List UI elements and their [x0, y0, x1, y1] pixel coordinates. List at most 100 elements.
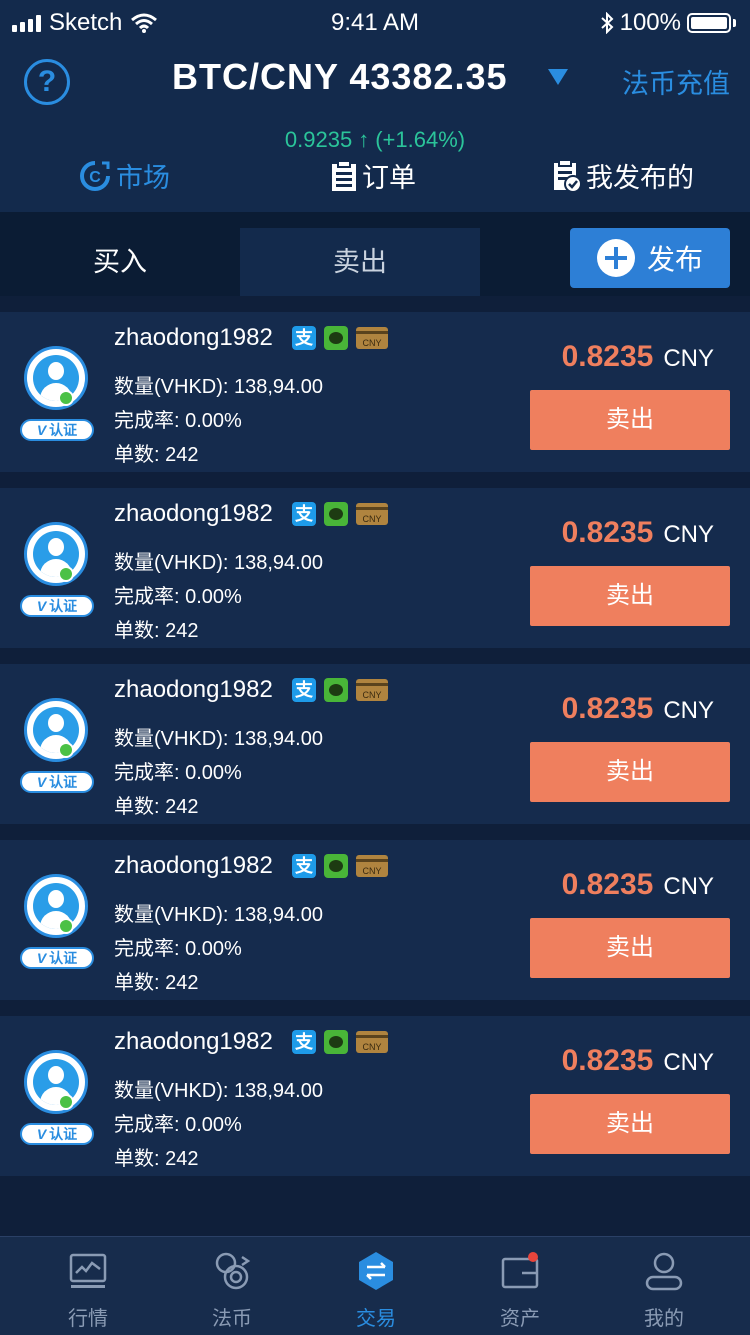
avatar[interactable] — [24, 522, 88, 586]
publish-button[interactable]: 发布 — [570, 228, 730, 288]
bottom-tab-fiat[interactable]: 法币 — [157, 1237, 307, 1335]
verified-badge: V 认证 — [20, 419, 94, 441]
listing-card: V 认证 zhaodong1982 支 CNY 数量(VHKD): 138,94.… — [0, 1016, 750, 1176]
tab-orders-label: 订单 — [362, 163, 416, 193]
quantity-text: 数量(VHKD): 138,94.00 — [114, 728, 323, 750]
verify-check-icon: V — [36, 950, 47, 966]
verified-label: 认证 — [49, 774, 78, 790]
publish-label: 发布 — [646, 244, 703, 275]
market-icon: C — [80, 160, 110, 191]
currency-exchange-icon — [215, 1252, 251, 1290]
header-nav: C 市场 订单 我发布的 — [0, 150, 750, 200]
tab-buy[interactable]: 买入 — [0, 228, 240, 296]
online-status-dot — [58, 742, 74, 758]
username: zhaodong1982 — [114, 324, 273, 351]
plus-icon — [596, 239, 635, 277]
tab-orders[interactable]: 订单 — [330, 156, 416, 195]
sell-button[interactable]: 卖出 — [530, 742, 730, 802]
online-status-dot — [58, 566, 74, 582]
bank-card-icon: CNY — [356, 1031, 388, 1053]
online-status-dot — [58, 1094, 74, 1110]
trade-icon — [359, 1252, 393, 1290]
bottom-tab-profile-label: 我的 — [644, 1308, 684, 1330]
bottom-tab-assets-label: 资产 — [500, 1308, 540, 1330]
bank-card-icon: CNY — [356, 679, 388, 701]
verified-badge: V 认证 — [20, 595, 94, 617]
alipay-icon: 支 — [292, 854, 316, 878]
verify-check-icon: V — [36, 774, 47, 790]
order-count-text: 单数: 242 — [114, 796, 199, 818]
order-icon — [332, 159, 356, 191]
completion-rate-text: 完成率: 0.00% — [114, 762, 242, 784]
verified-badge: V 认证 — [20, 947, 94, 969]
wechat-pay-icon — [324, 678, 348, 702]
status-right: 100% — [600, 9, 736, 37]
username: zhaodong1982 — [114, 676, 273, 703]
wallet-icon — [501, 1252, 539, 1289]
verified-badge: V 认证 — [20, 1123, 94, 1145]
price-value: 0.8235 — [561, 1044, 654, 1077]
sell-button[interactable]: 卖出 — [530, 1094, 730, 1154]
completion-rate-text: 完成率: 0.00% — [114, 586, 242, 608]
verify-check-icon: V — [36, 1126, 47, 1142]
order-count-text: 单数: 242 — [114, 972, 199, 994]
alipay-icon: 支 — [292, 678, 316, 702]
payment-methods: 支 CNY — [292, 502, 388, 526]
bottom-tab-market[interactable]: 行情 — [13, 1237, 163, 1335]
listing-card: V 认证 zhaodong1982 支 CNY 数量(VHKD): 138,94.… — [0, 312, 750, 472]
price: 0.8235 CNY — [562, 516, 714, 550]
help-button[interactable]: ? — [24, 59, 70, 105]
change-value: 0.9235 — [284, 127, 353, 152]
sell-button[interactable]: 卖出 — [530, 390, 730, 450]
avatar[interactable] — [24, 1050, 88, 1114]
listing-card: V 认证 zhaodong1982 支 CNY 数量(VHKD): 138,94.… — [0, 488, 750, 648]
listing-list: V 认证 zhaodong1982 支 CNY 数量(VHKD): 138,94.… — [0, 312, 750, 1192]
verify-check-icon: V — [36, 422, 47, 438]
bank-card-label: CNY — [362, 690, 382, 700]
bottom-tab-trade[interactable]: 交易 — [301, 1237, 451, 1335]
wechat-pay-icon — [324, 1030, 348, 1054]
alipay-icon: 支 — [292, 1030, 316, 1054]
bottom-tab-profile[interactable]: 我的 — [589, 1237, 739, 1335]
avatar[interactable] — [24, 874, 88, 938]
username: zhaodong1982 — [114, 852, 273, 879]
username: zhaodong1982 — [114, 500, 273, 527]
verified-label: 认证 — [49, 1126, 78, 1142]
status-bar: Sketch 9:41 AM 100% — [0, 0, 750, 44]
order-count-text: 单数: 242 — [114, 1148, 199, 1170]
fiat-recharge-link[interactable]: 法币充值 — [622, 62, 730, 101]
avatar[interactable] — [24, 698, 88, 762]
tab-market-label: 市场 — [116, 163, 170, 193]
price-unit: CNY — [663, 1049, 714, 1076]
price-value: 0.8235 — [561, 868, 654, 901]
chart-icon — [69, 1253, 107, 1288]
sell-button[interactable]: 卖出 — [530, 918, 730, 978]
payment-methods: 支 CNY — [292, 678, 388, 702]
completion-rate-text: 完成率: 0.00% — [114, 938, 242, 960]
bank-card-label: CNY — [362, 1042, 382, 1052]
verified-label: 认证 — [49, 422, 78, 438]
alipay-icon: 支 — [292, 326, 316, 350]
price-unit: CNY — [663, 697, 714, 724]
order-count-text: 单数: 242 — [114, 444, 199, 466]
pair-title[interactable]: BTC/CNY 43382.35 — [172, 56, 508, 98]
bottom-tab-assets[interactable]: 资产 — [445, 1237, 595, 1335]
sell-button[interactable]: 卖出 — [530, 566, 730, 626]
username: zhaodong1982 — [114, 1028, 273, 1055]
caret-down-icon[interactable] — [548, 69, 568, 85]
avatar[interactable] — [24, 346, 88, 410]
battery-percent: 100% — [619, 9, 681, 36]
price: 0.8235 CNY — [562, 868, 714, 902]
bank-card-label: CNY — [362, 514, 382, 524]
wechat-pay-icon — [324, 854, 348, 878]
price-unit: CNY — [663, 873, 714, 900]
tab-market[interactable]: C 市场 — [78, 156, 170, 195]
tab-my-posts[interactable]: 我发布的 — [552, 156, 694, 195]
price: 0.8235 CNY — [562, 340, 714, 374]
completion-rate-text: 完成率: 0.00% — [114, 410, 242, 432]
order-count-text: 单数: 242 — [114, 620, 199, 642]
bank-card-label: CNY — [362, 866, 382, 876]
tab-sell[interactable]: 卖出 — [240, 228, 480, 296]
bottom-tab-trade-label: 交易 — [356, 1308, 396, 1330]
change-percent: (+1.64%) — [375, 127, 466, 152]
